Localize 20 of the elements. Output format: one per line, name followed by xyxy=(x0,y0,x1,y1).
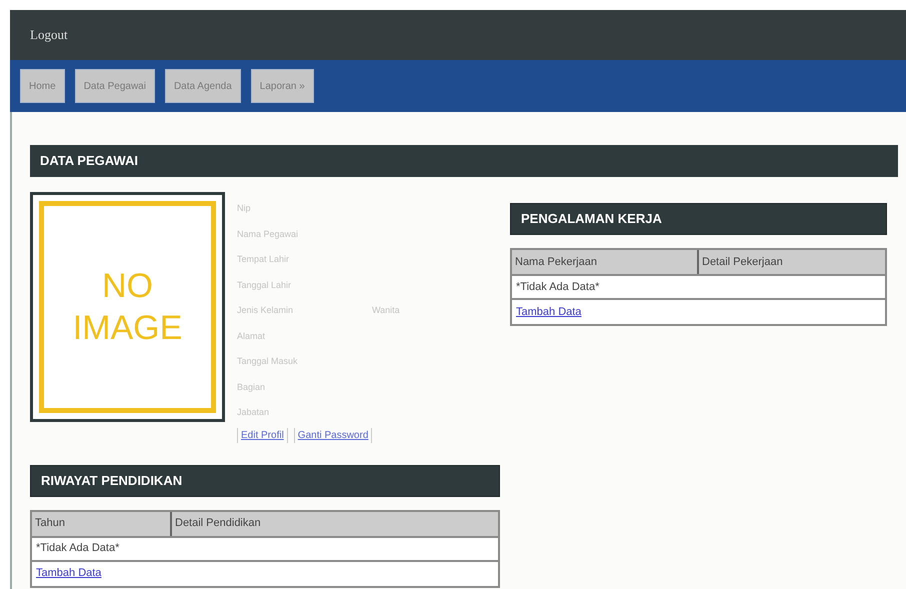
section-header: RIWAYAT PENDIDIKAN xyxy=(30,464,500,496)
nav-button[interactable]: Data Pegawai xyxy=(74,69,155,103)
nav-button[interactable]: Home xyxy=(20,69,65,103)
no-image-text: NO xyxy=(102,266,153,306)
column-header: Tahun xyxy=(32,512,172,536)
column-header: Nama Pekerjaan xyxy=(512,250,699,274)
profile-link[interactable]: Edit Profil xyxy=(237,428,288,442)
section-header: PENGALAMAN KERJA xyxy=(510,203,887,235)
column-header: Detail Pekerjaan xyxy=(701,254,784,270)
section-header: DATA PEGAWAI xyxy=(30,145,898,177)
add-data-link[interactable]: Tambah Data xyxy=(36,565,102,582)
add-data-link[interactable]: Tambah Data xyxy=(516,304,582,320)
column-header: Detail Pendidikan xyxy=(174,516,262,532)
nav-button[interactable]: Laporan » xyxy=(250,69,314,103)
nav-button[interactable]: Data Agenda xyxy=(164,69,241,103)
logout-link[interactable]: Logout xyxy=(30,25,68,45)
empty-message: *Tidak Ada Data* xyxy=(516,280,600,295)
profile-link[interactable]: Ganti Password xyxy=(294,428,372,442)
no-image-text: IMAGE xyxy=(72,308,182,349)
empty-message: *Tidak Ada Data* xyxy=(36,541,120,556)
